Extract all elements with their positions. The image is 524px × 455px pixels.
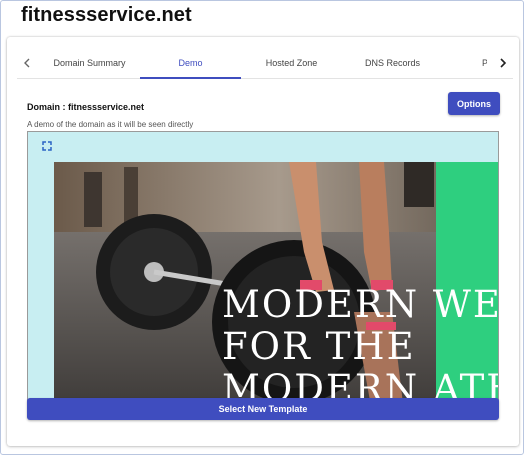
domain-card: Domain Summary Demo Hosted Zone DNS Records… xyxy=(7,37,519,446)
template-preview: MODERN WEL FOR THE MODERN ATH xyxy=(27,131,499,401)
hero-image: MODERN WEL FOR THE MODERN ATH xyxy=(54,162,499,401)
tab-dns-records[interactable]: DNS Records xyxy=(342,49,443,79)
tab-proxy[interactable]: Proxy xyxy=(443,49,487,79)
hero-headline-line: MODERN ATH xyxy=(222,367,499,401)
tab-hosted-zone[interactable]: Hosted Zone xyxy=(241,49,342,79)
site-title: fitnessservice.net xyxy=(21,4,192,26)
select-new-template-button[interactable]: Select New Template xyxy=(27,398,499,420)
options-button[interactable]: Options xyxy=(448,92,500,115)
tab-bar: Domain Summary Demo Hosted Zone DNS Records… xyxy=(17,49,513,79)
chevron-right-icon[interactable] xyxy=(493,51,513,75)
hero-headline-line: FOR THE xyxy=(222,325,416,368)
chevron-left-icon[interactable] xyxy=(17,51,37,75)
app-window: fitnessservice.net Domain Summary Demo Hos… xyxy=(0,0,524,455)
hero-headline: MODERN WEL FOR THE MODERN ATH xyxy=(222,283,499,401)
tab-domain-summary[interactable]: Domain Summary xyxy=(39,49,140,79)
tab-demo[interactable]: Demo xyxy=(140,49,241,79)
hero-headline-line: MODERN WEL xyxy=(222,283,499,326)
fullscreen-expand-icon[interactable] xyxy=(42,138,52,151)
tab-strip: Domain Summary Demo Hosted Zone DNS Records… xyxy=(39,49,487,79)
demo-description: A demo of the domain as it will be seen … xyxy=(27,120,194,129)
domain-label: Domain : fitnessservice.net xyxy=(27,102,145,112)
